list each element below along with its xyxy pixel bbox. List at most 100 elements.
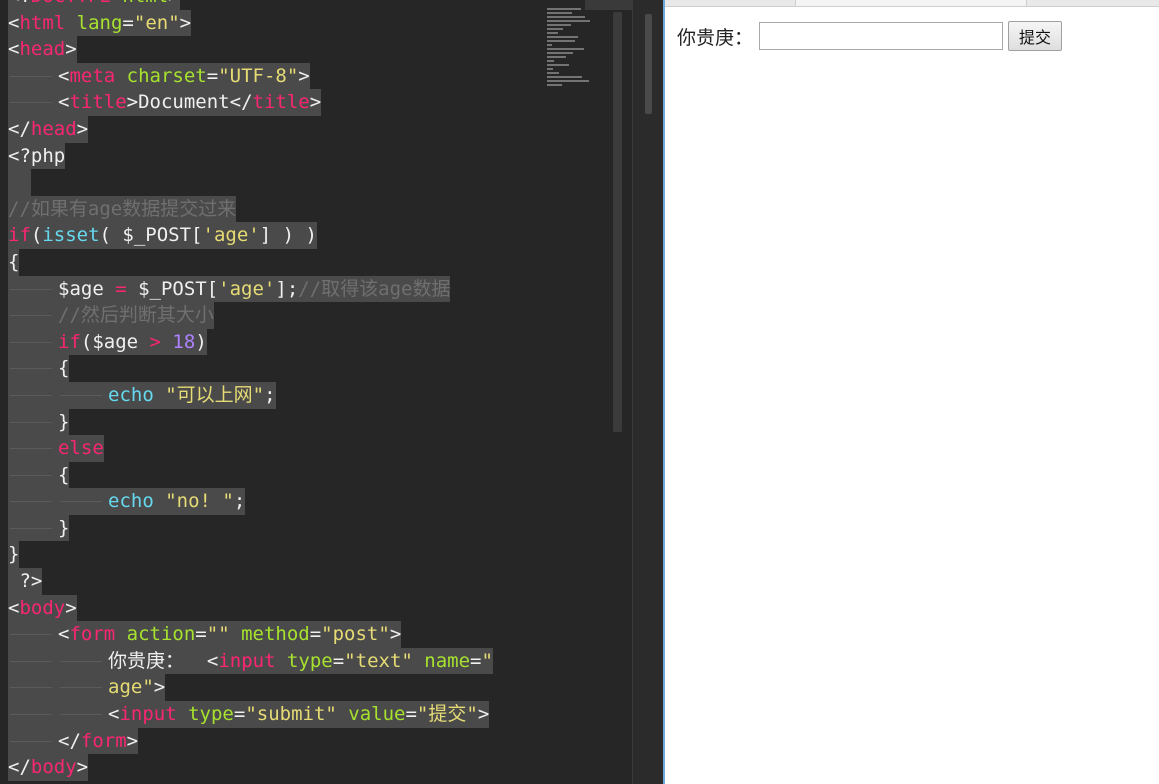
code-token: > — [168, 0, 179, 7]
code-line[interactable]: } — [8, 514, 620, 542]
code-token: if — [8, 224, 31, 247]
code-token: meta — [69, 64, 116, 87]
code-line[interactable]: //如果有age数据提交过来 — [8, 195, 620, 223]
code-token: = — [332, 649, 345, 672]
indent-guide — [8, 462, 58, 489]
code-token: form — [80, 729, 127, 752]
code-line[interactable]: <meta charset="UTF-8"> — [8, 62, 620, 90]
code-line[interactable]: $age = $_POST['age'];//取得该age数据 — [8, 275, 620, 303]
code-token: "提交" — [416, 703, 478, 726]
code-token: < — [206, 649, 219, 672]
indent-guide — [58, 701, 108, 728]
age-label: 你贵庚： — [677, 26, 754, 49]
indent-guide — [8, 488, 58, 515]
code-token: < — [58, 623, 70, 646]
code-token: body — [19, 596, 66, 619]
browser-tab[interactable] — [795, 0, 1027, 6]
code-token: { — [8, 250, 20, 273]
code-token: = — [309, 623, 322, 646]
code-line[interactable]: else — [8, 435, 620, 462]
code-token: </ — [229, 91, 253, 114]
code-token: html — [19, 11, 66, 34]
code-token: 18 — [160, 330, 196, 353]
code-line[interactable]: <head> — [8, 36, 620, 63]
indent-guide — [58, 648, 108, 675]
code-line[interactable]: } — [8, 408, 620, 436]
rail-scroll-thumb[interactable] — [645, 14, 652, 114]
code-line[interactable]: //然后判断其大小 — [8, 302, 620, 329]
code-token: method — [229, 623, 310, 646]
code-token: { — [58, 357, 70, 380]
code-token: type — [176, 703, 234, 726]
code-token: = — [122, 11, 134, 34]
code-token: echo — [108, 490, 154, 513]
code-area[interactable]: <!DOCTYPE html><html lang="en"><head><me… — [8, 0, 620, 781]
code-token: > — [477, 703, 490, 726]
code-line[interactable]: age"> — [8, 674, 620, 702]
indent-guide — [58, 382, 108, 409]
code-line[interactable]: 你贵庚： <input type="text" name=" — [8, 647, 620, 675]
code-token: </ — [58, 729, 81, 752]
code-token: else — [58, 437, 104, 460]
code-editor[interactable]: <!DOCTYPE html><html lang="en"><head><me… — [0, 0, 663, 784]
indent-guide — [8, 276, 58, 303]
code-token: > — [76, 756, 89, 779]
code-line[interactable]: if(isset( $_POST['age'] ) ) — [8, 222, 620, 249]
code-line[interactable]: <html lang="en"> — [8, 9, 620, 37]
code-line[interactable]: <?php — [8, 142, 620, 170]
code-token: < — [8, 596, 20, 619]
code-token: action — [115, 623, 196, 646]
age-input[interactable] — [759, 22, 1004, 50]
code-line[interactable]: <input type="submit" value="提交"> — [8, 701, 620, 728]
code-token: 你贵庚： — [108, 649, 207, 672]
editor-side-rail[interactable] — [632, 0, 663, 784]
code-token: head — [19, 38, 66, 61]
code-line[interactable]: <body> — [8, 594, 620, 622]
code-token: > — [76, 117, 89, 140]
code-line[interactable]: </body> — [8, 754, 620, 781]
code-token: > — [309, 91, 322, 114]
code-token: < — [108, 703, 120, 726]
code-token: = — [115, 277, 127, 300]
editor-scrollbar[interactable] — [613, 12, 622, 432]
code-token: //取得该age数据 — [298, 277, 451, 300]
code-token: $age — [58, 277, 116, 300]
code-token: { — [58, 463, 70, 486]
code-line[interactable]: { — [8, 461, 620, 489]
indent-guide — [8, 435, 58, 462]
code-line[interactable]: <!DOCTYPE html> — [8, 0, 620, 10]
code-token: isset — [42, 224, 100, 247]
code-token: html — [111, 0, 168, 7]
indent-guide — [58, 488, 108, 515]
code-line[interactable]: { — [8, 248, 620, 276]
code-token: "UTF-8" — [218, 64, 299, 87]
indent-guide — [8, 409, 58, 436]
code-token: < — [58, 64, 70, 87]
submit-button[interactable]: 提交 — [1008, 21, 1063, 51]
code-line[interactable] — [8, 169, 620, 196]
indent-guide — [8, 515, 58, 542]
code-line[interactable]: echo "可以上网"; — [8, 381, 620, 409]
code-line[interactable]: } — [8, 541, 620, 569]
code-line[interactable]: </head> — [8, 115, 620, 143]
code-line[interactable]: ?> — [8, 568, 620, 595]
code-token: title — [69, 91, 127, 114]
code-token: = — [470, 649, 482, 672]
code-line[interactable]: echo "no! "; — [8, 488, 620, 515]
code-token: = — [206, 64, 219, 87]
code-token: </ — [8, 756, 31, 779]
code-line[interactable]: <form action="" method="post"> — [8, 621, 620, 648]
code-token: ] ) ) — [259, 224, 317, 247]
indent-guide — [8, 621, 58, 648]
code-token: < — [8, 11, 20, 34]
code-line[interactable]: <title>Document</title> — [8, 89, 620, 116]
code-line[interactable]: { — [8, 355, 620, 382]
code-token: charset — [115, 64, 207, 87]
minimap[interactable] — [547, 6, 609, 96]
code-token: < — [58, 91, 70, 114]
code-line[interactable]: if($age > 18) — [8, 328, 620, 356]
code-line[interactable]: </form> — [8, 727, 620, 755]
code-token: <?php — [8, 144, 66, 167]
code-token: = — [405, 703, 417, 726]
